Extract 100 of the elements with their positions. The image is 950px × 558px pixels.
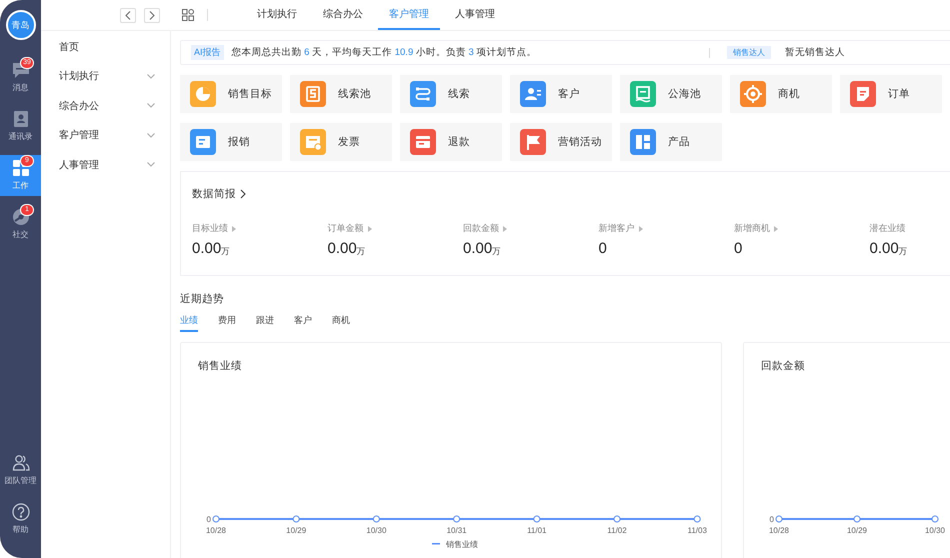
chart-title: 回款金额 xyxy=(760,359,806,374)
team-icon xyxy=(12,454,30,472)
note-icon xyxy=(850,81,876,107)
people-icon xyxy=(520,81,546,107)
nav-label: 团队管理 xyxy=(4,476,36,486)
apps-icon[interactable] xyxy=(182,9,194,21)
shortcut-tile[interactable]: 销售目标 xyxy=(180,75,282,113)
axis-label: 10/29 xyxy=(286,526,306,535)
axis-label: 0 xyxy=(770,515,774,524)
chevron-left-icon xyxy=(125,10,131,20)
triangle-right-icon[interactable] xyxy=(774,226,778,232)
top-tab[interactable]: 人事管理 xyxy=(444,0,506,30)
sidebar-item[interactable]: 客户管理 xyxy=(41,120,170,150)
shortcut-label: 发票 xyxy=(338,135,360,149)
trend-tab[interactable]: 客户 xyxy=(294,314,312,332)
nav-rail-item[interactable]: 通讯录 xyxy=(0,106,41,147)
sidebar-label: 首页 xyxy=(59,40,79,54)
shortcut-label: 线索 xyxy=(448,87,470,101)
shortcut-tile[interactable]: 线索池 xyxy=(290,75,392,113)
shortcut-label: 产品 xyxy=(668,135,690,149)
pie-chart-icon xyxy=(190,81,216,107)
shortcut-tile[interactable]: 产品 xyxy=(620,123,722,161)
nav-label: 帮助 xyxy=(12,525,28,535)
stat-value: 0 xyxy=(734,240,742,257)
shortcut-label: 公海池 xyxy=(668,87,701,101)
shortcut-tile[interactable]: 营销活动 xyxy=(510,123,612,161)
sidebar-item[interactable]: 首页 xyxy=(41,32,170,62)
back-button[interactable] xyxy=(120,8,136,22)
nav-rail-item[interactable]: 帮助 xyxy=(0,499,41,540)
triangle-right-icon[interactable] xyxy=(368,226,372,232)
trend-tab[interactable]: 费用 xyxy=(218,314,236,332)
chevron-down-icon xyxy=(147,132,155,138)
shortcut-tile[interactable]: 客户 xyxy=(510,75,612,113)
ranking-text: 暂无销售达人 xyxy=(785,46,845,59)
top-tab[interactable]: 计划执行 xyxy=(246,0,308,30)
sidebar-item[interactable]: 人事管理 xyxy=(41,150,170,180)
chevron-down-icon xyxy=(147,74,155,79)
sidebar-item[interactable]: 综合办公 xyxy=(41,91,170,120)
axis-label: 11/01 xyxy=(527,526,547,535)
trend-tab[interactable]: 业绩 xyxy=(180,314,198,332)
triangle-right-icon[interactable] xyxy=(232,226,236,232)
shortcut-tile[interactable]: 报销 xyxy=(180,123,282,161)
target-icon xyxy=(740,81,766,107)
triangle-right-icon[interactable] xyxy=(638,226,642,232)
shortcut-tile[interactable]: 退款 xyxy=(400,123,502,161)
top-tab[interactable]: 综合办公 xyxy=(312,0,374,30)
shortcut-label: 营销活动 xyxy=(558,135,602,149)
stat-label: 目标业绩 xyxy=(192,222,228,235)
shortcut-label: 线索池 xyxy=(338,87,371,101)
stat-unit: 万 xyxy=(492,246,502,258)
axis-label: 10/31 xyxy=(446,526,467,535)
axis-label: 11/02 xyxy=(607,526,627,535)
axis-label: 11/03 xyxy=(687,526,707,535)
flow-icon xyxy=(410,81,436,107)
trend-tab[interactable]: 跟进 xyxy=(256,314,274,332)
sidebar-label: 客户管理 xyxy=(59,128,99,142)
axis-label: 10/30 xyxy=(366,526,386,535)
document-icon xyxy=(300,81,326,107)
stat-value: 0.00 xyxy=(870,240,899,257)
chevron-right-icon xyxy=(149,10,155,20)
axis-label: 0 xyxy=(206,515,211,524)
stat-label: 新增商机 xyxy=(734,222,770,235)
section-title: 近期趋势 xyxy=(180,292,225,306)
briefing-link[interactable]: 数据简报 xyxy=(192,187,950,201)
nav-label: 通讯录 xyxy=(8,132,32,142)
trend-tab[interactable]: 商机 xyxy=(332,314,350,332)
help-icon xyxy=(12,503,30,521)
shortcut-label: 退款 xyxy=(448,135,470,149)
stat-value: 0.00 xyxy=(463,240,492,257)
nav-rail-item[interactable]: 团队管理 xyxy=(0,450,41,491)
shortcut-tile[interactable]: 商机 xyxy=(730,75,832,113)
shortcut-tile[interactable]: 发票 xyxy=(290,123,392,161)
report-tag: AI报告 xyxy=(191,45,224,60)
sidebar-item[interactable]: 计划执行 xyxy=(41,62,170,91)
shortcut-tile[interactable]: 公海池 xyxy=(620,75,722,113)
stat-label: 新增客户 xyxy=(598,222,634,235)
briefing-title: 数据简报 xyxy=(192,187,236,201)
axis-label: 10/29 xyxy=(846,526,868,535)
forward-button[interactable] xyxy=(144,8,160,22)
ranking-tag: 销售达人 xyxy=(727,46,771,59)
stat-value: 0 xyxy=(598,240,607,257)
chevron-down-icon xyxy=(147,103,155,108)
contact-card-icon xyxy=(12,110,30,128)
axis-label: 10/28 xyxy=(206,526,226,535)
receipt-icon xyxy=(190,129,216,155)
chevron-right-icon xyxy=(240,189,246,199)
stat-unit: 万 xyxy=(221,246,230,258)
sidebar-label: 计划执行 xyxy=(59,70,99,84)
shortcut-tile[interactable]: 订单 xyxy=(840,75,942,113)
nav-label: 社交 xyxy=(12,230,28,240)
stat-label: 潜在业绩 xyxy=(870,222,906,235)
sidebar-label: 人事管理 xyxy=(59,158,99,172)
layout-icon xyxy=(630,129,656,155)
flag-icon xyxy=(520,129,546,155)
shortcut-label: 销售目标 xyxy=(228,87,272,101)
nav-label: 工作 xyxy=(12,181,28,191)
shortcut-tile[interactable]: 线索 xyxy=(400,75,502,113)
stat-label: 订单金额 xyxy=(328,222,364,235)
legend-label[interactable]: 销售业绩 xyxy=(446,540,478,549)
triangle-right-icon[interactable] xyxy=(503,226,507,232)
